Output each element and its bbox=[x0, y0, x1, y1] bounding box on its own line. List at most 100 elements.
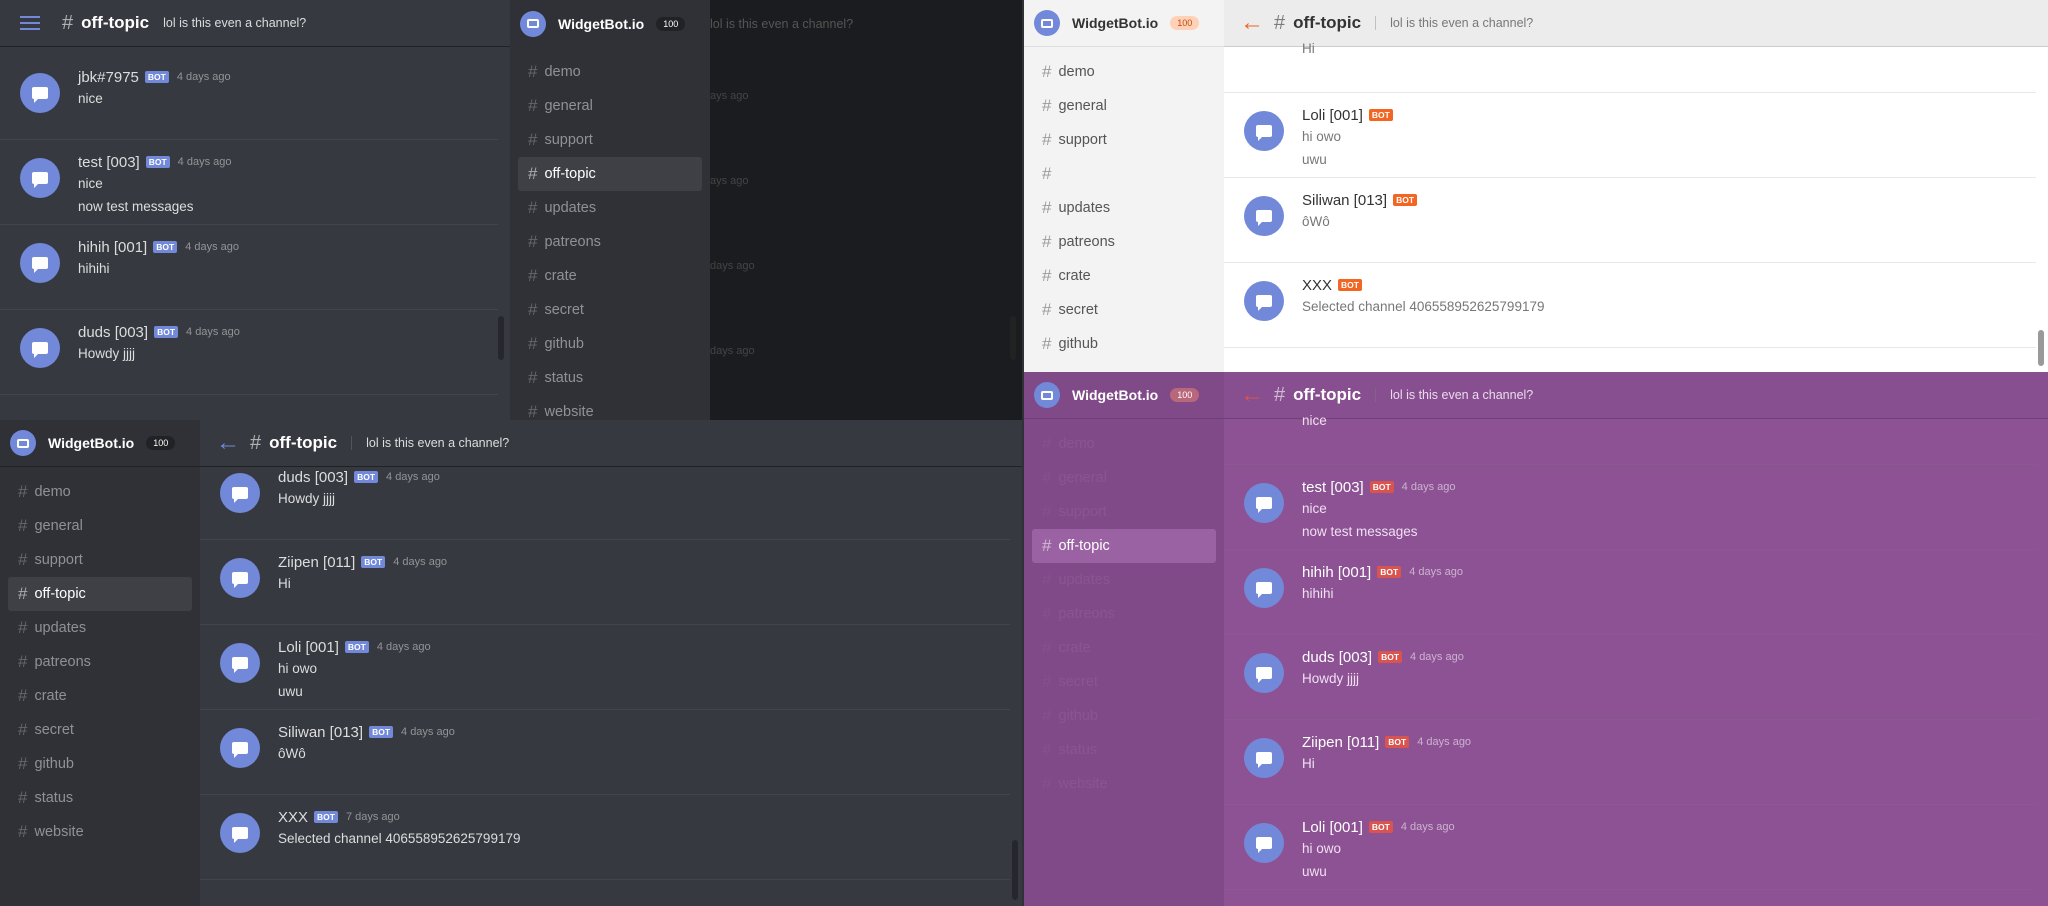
channel-item-general[interactable]: # general bbox=[518, 89, 702, 123]
channel-item-support[interactable]: # support bbox=[1032, 495, 1216, 529]
hash-icon: # bbox=[1042, 198, 1052, 217]
channel-label: general bbox=[34, 518, 83, 534]
author-name[interactable]: Loli [001] bbox=[1302, 819, 1363, 836]
message-text: nice bbox=[78, 176, 103, 191]
channel-label: website bbox=[34, 824, 84, 840]
panel-purple: WidgetBot.io 100 # demo # general # support # o… bbox=[1024, 372, 2048, 906]
scrollbar[interactable] bbox=[2038, 330, 2044, 366]
avatar[interactable] bbox=[1244, 653, 1284, 693]
channel-item-support[interactable]: # support bbox=[1032, 123, 1216, 157]
channel-item-secret[interactable]: # secret bbox=[8, 713, 192, 747]
channel-item-website[interactable]: # website bbox=[8, 815, 192, 849]
channel-item-status[interactable]: # status bbox=[1032, 733, 1216, 767]
channel-item-website[interactable]: # website bbox=[518, 395, 702, 420]
message-text: ôWô bbox=[278, 746, 306, 761]
channel-item-status[interactable]: # status bbox=[8, 781, 192, 815]
author-name[interactable]: hihih [001] bbox=[78, 239, 147, 256]
author-name[interactable]: XXX bbox=[1302, 277, 1332, 294]
avatar[interactable] bbox=[1244, 483, 1284, 523]
channel-item-updates[interactable]: # updates bbox=[518, 191, 702, 225]
channel-item-support[interactable]: # support bbox=[518, 123, 702, 157]
avatar[interactable] bbox=[1244, 196, 1284, 236]
avatar[interactable] bbox=[1244, 111, 1284, 151]
channel-label: support bbox=[1058, 132, 1107, 148]
author-name[interactable]: Loli [001] bbox=[1302, 107, 1363, 124]
avatar[interactable] bbox=[20, 243, 60, 283]
channel-item-patreons[interactable]: # patreons bbox=[1032, 225, 1216, 259]
message-list: nice test [003] BOT 4 days ago nice now test … bbox=[1224, 405, 2036, 906]
message-text: hihihi bbox=[1302, 586, 1334, 601]
channel-label: updates bbox=[1058, 572, 1111, 588]
channel-item-patreons[interactable]: # patreons bbox=[518, 225, 702, 259]
brand[interactable]: WidgetBot.io 100 bbox=[0, 420, 200, 467]
channel-item-patreons[interactable]: # patreons bbox=[8, 645, 192, 679]
channel-item-general[interactable]: # general bbox=[8, 509, 192, 543]
channel-item-demo[interactable]: # demo bbox=[1032, 427, 1216, 461]
avatar[interactable] bbox=[220, 728, 260, 768]
scrollbar[interactable] bbox=[498, 316, 504, 360]
channel-item-website[interactable]: # website bbox=[1032, 767, 1216, 801]
channel-item-general[interactable]: # general bbox=[1032, 89, 1216, 123]
channel-item-demo[interactable]: # demo bbox=[1032, 55, 1216, 89]
channel-item-updates[interactable]: # updates bbox=[1032, 563, 1216, 597]
brand[interactable]: WidgetBot.io 100 bbox=[1024, 0, 1224, 47]
discord-icon[interactable] bbox=[20, 73, 60, 113]
channel-item-off-topic[interactable]: # off-topic bbox=[518, 157, 702, 191]
channel-item-github[interactable]: # github bbox=[1032, 327, 1216, 361]
avatar[interactable] bbox=[20, 158, 60, 198]
author-name[interactable]: Loli [001] bbox=[278, 639, 339, 656]
channel-topic: lol is this even a channel? bbox=[1375, 388, 1533, 402]
channel-item-demo[interactable]: # demo bbox=[8, 475, 192, 509]
author-name[interactable]: duds [003] bbox=[78, 324, 148, 341]
author-name[interactable]: XXX bbox=[278, 809, 308, 826]
scrollbar[interactable] bbox=[1010, 316, 1016, 360]
avatar[interactable] bbox=[1244, 281, 1284, 321]
channel-item-general[interactable]: # general bbox=[1032, 461, 1216, 495]
author-name[interactable]: duds [003] bbox=[278, 469, 348, 486]
avatar[interactable] bbox=[220, 473, 260, 513]
author-name[interactable]: Siliwan [013] bbox=[278, 724, 363, 741]
author-name[interactable]: test [003] bbox=[78, 154, 140, 171]
avatar[interactable] bbox=[220, 643, 260, 683]
avatar[interactable] bbox=[220, 558, 260, 598]
avatar[interactable] bbox=[1244, 568, 1284, 608]
scrollbar[interactable] bbox=[1012, 840, 1018, 900]
menu-icon[interactable] bbox=[20, 12, 40, 34]
channel-item-demo[interactable]: # demo bbox=[518, 55, 702, 89]
channel-item-off-topic[interactable]: # off-topic bbox=[1032, 529, 1216, 563]
channel-item-crate[interactable]: # crate bbox=[1032, 631, 1216, 665]
author-name[interactable]: Siliwan [013] bbox=[1302, 192, 1387, 209]
channel-item-crate[interactable]: # crate bbox=[518, 259, 702, 293]
timestamp: 4 days ago bbox=[185, 241, 240, 253]
avatar[interactable] bbox=[1244, 738, 1284, 778]
channel-item-crate[interactable]: # crate bbox=[8, 679, 192, 713]
channel-item-secret[interactable]: # secret bbox=[1032, 293, 1216, 327]
channel-item-off-topic[interactable]: # off-topic bbox=[8, 577, 192, 611]
channel-item-github[interactable]: # github bbox=[518, 327, 702, 361]
author-name[interactable]: test [003] bbox=[1302, 479, 1364, 496]
channel-item-unnamed[interactable]: # bbox=[1032, 157, 1216, 191]
channel-label: general bbox=[544, 98, 593, 114]
brand[interactable]: WidgetBot.io 100 bbox=[510, 0, 710, 47]
avatar[interactable] bbox=[1244, 823, 1284, 863]
author-name[interactable]: jbk#7975 bbox=[78, 69, 139, 86]
channel-item-support[interactable]: # support bbox=[8, 543, 192, 577]
timestamp: 4 days ago bbox=[393, 556, 448, 568]
channel-item-status[interactable]: # status bbox=[518, 361, 702, 395]
avatar[interactable] bbox=[220, 813, 260, 853]
channel-item-patreons[interactable]: # patreons bbox=[1032, 597, 1216, 631]
author-name[interactable]: hihih [001] bbox=[1302, 564, 1371, 581]
back-arrow-icon[interactable]: ← bbox=[216, 429, 240, 457]
channel-item-github[interactable]: # github bbox=[1032, 699, 1216, 733]
channel-item-secret[interactable]: # secret bbox=[518, 293, 702, 327]
channel-item-updates[interactable]: # updates bbox=[8, 611, 192, 645]
channel-item-secret[interactable]: # secret bbox=[1032, 665, 1216, 699]
avatar[interactable] bbox=[20, 328, 60, 368]
author-name[interactable]: Ziipen [011] bbox=[278, 554, 355, 571]
author-name[interactable]: Ziipen [011] bbox=[1302, 734, 1379, 751]
channel-item-updates[interactable]: # updates bbox=[1032, 191, 1216, 225]
channel-item-crate[interactable]: # crate bbox=[1032, 259, 1216, 293]
brand[interactable]: WidgetBot.io 100 bbox=[1024, 372, 1224, 419]
channel-item-github[interactable]: # github bbox=[8, 747, 192, 781]
author-name[interactable]: duds [003] bbox=[1302, 649, 1372, 666]
